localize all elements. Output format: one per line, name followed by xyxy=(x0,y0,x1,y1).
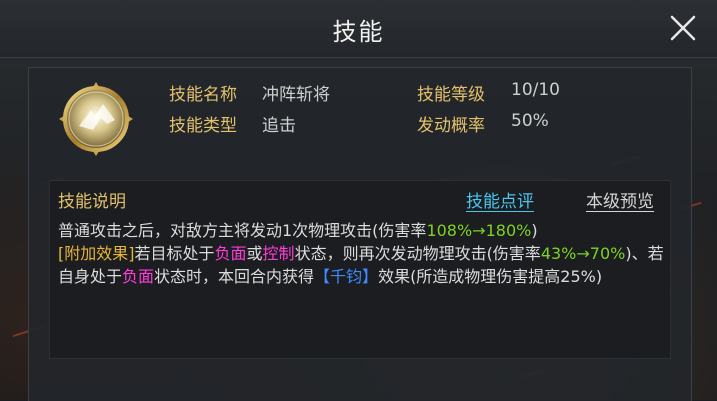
skill-name-label: 技能名称 xyxy=(169,85,237,105)
level-preview-link[interactable]: 本级预览 xyxy=(586,187,654,212)
desc-line1-text: 普通攻击之后，对敌方主将发动1次物理攻击(伤害率 xyxy=(58,221,427,240)
trigger-rate-label: 发动概率 xyxy=(417,116,485,136)
skill-type-label: 技能类型 xyxy=(169,116,237,136)
desc-target-text: 若目标处于 xyxy=(134,244,215,263)
golden-orb-skill-icon xyxy=(59,82,133,156)
close-x-icon xyxy=(670,15,696,41)
close-button[interactable] xyxy=(667,12,699,44)
title-bar: 技能 xyxy=(0,0,717,58)
extra-effect-tag: [附加效果] xyxy=(58,244,135,263)
description-header: 技能说明 xyxy=(58,192,126,212)
skill-name-value: 冲阵斩将 xyxy=(262,85,330,105)
skill-panel: 技能名称 冲阵斩将 技能等级 10/10 技能类型 追击 发动概率 50% 技能… xyxy=(28,67,692,401)
desc-state-text: 状态，则再次发动物理攻击(伤害率 xyxy=(294,244,541,263)
skill-review-link[interactable]: 技能点评 xyxy=(466,187,534,212)
skill-icon[interactable] xyxy=(57,80,135,158)
skill-level-value: 10/10 xyxy=(511,80,560,100)
control-status-keyword: 控制 xyxy=(262,244,295,263)
skill-description-box: 技能说明 技能点评 本级预览 普通攻击之后，对敌方主将发动1次物理攻击(伤害率1… xyxy=(49,180,671,359)
damage-rate-value-1: 108%→180% xyxy=(426,221,532,240)
skill-type-value: 追击 xyxy=(262,116,296,136)
desc-gain-text: 状态时，本回合内获得 xyxy=(154,267,315,286)
damage-rate-value-2: 43%→70% xyxy=(540,244,626,263)
skill-level-label: 技能等级 xyxy=(417,85,485,105)
description-text: 普通攻击之后，对敌方主将发动1次物理攻击(伤害率108%→180%) [附加效果]… xyxy=(58,219,664,288)
desc-end-text: 效果(所造成物理伤害提高25%) xyxy=(378,267,603,286)
window-title: 技能 xyxy=(332,18,385,46)
desc-line1-close: ) xyxy=(531,221,538,240)
negative-status-keyword: 负面 xyxy=(214,244,247,263)
negative-status-keyword-2: 负面 xyxy=(122,267,155,286)
desc-or-text: 或 xyxy=(246,244,263,263)
qianjun-buff-keyword: 【千钧】 xyxy=(314,267,379,286)
trigger-rate-value: 50% xyxy=(511,111,549,131)
